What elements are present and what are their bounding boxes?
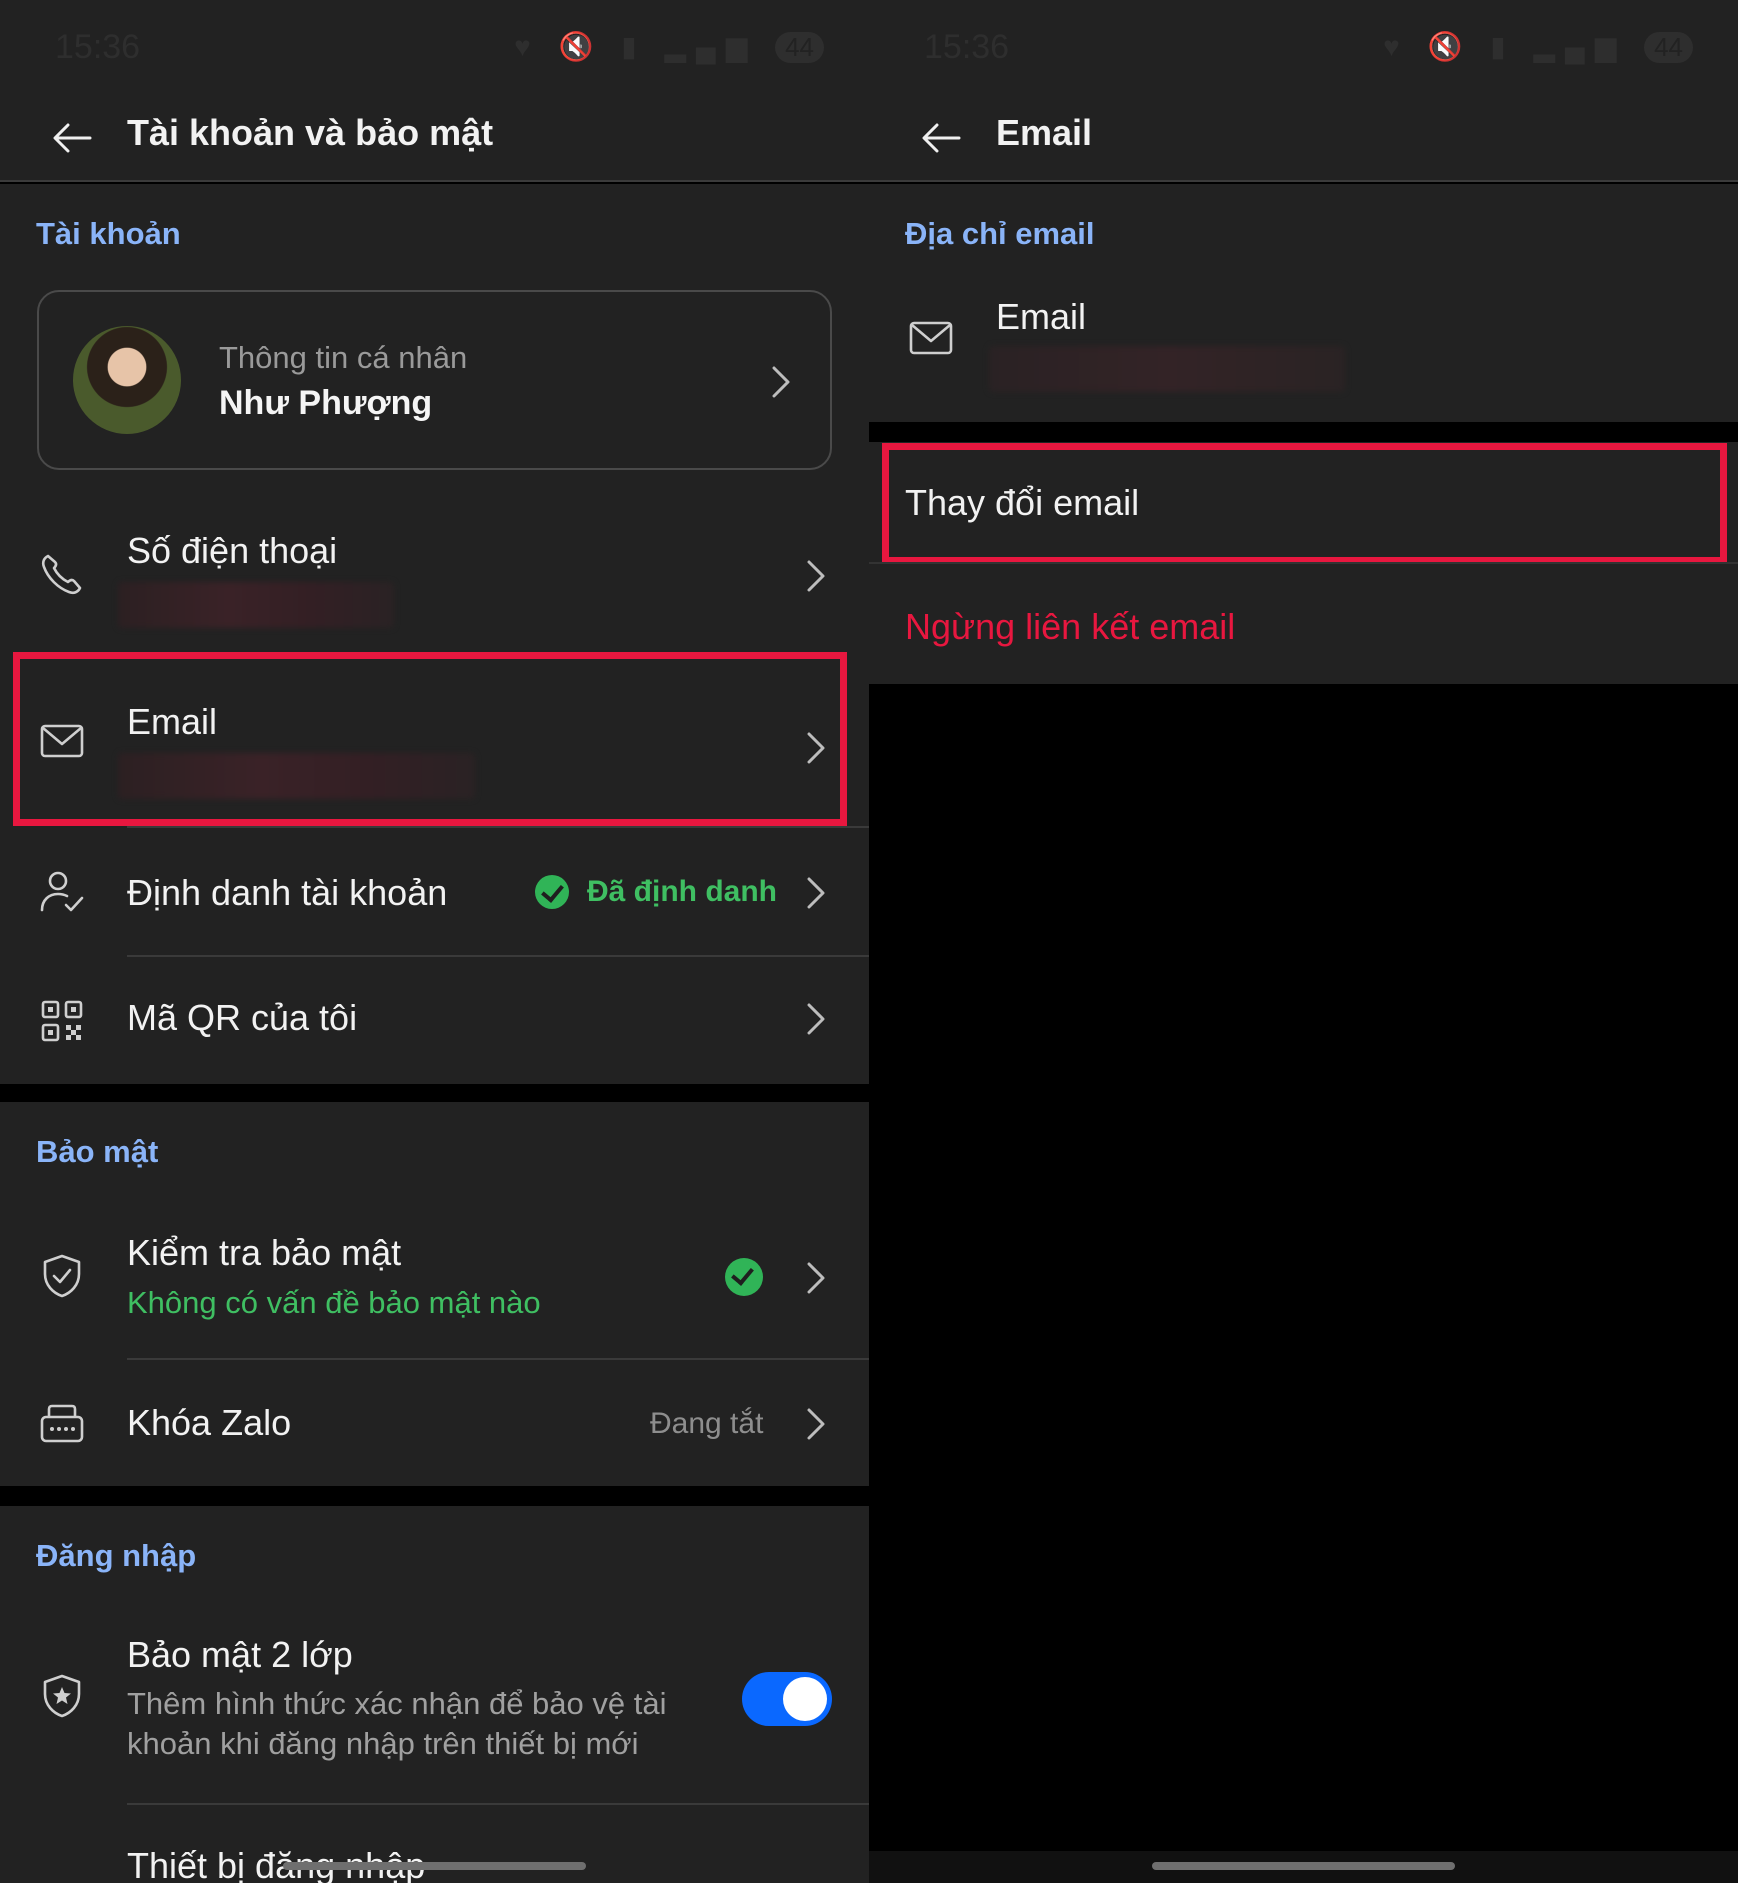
home-indicator[interactable]	[283, 1862, 586, 1870]
phone-row[interactable]: Số điện thoại	[0, 510, 869, 650]
chevron-right-icon	[807, 1003, 825, 1035]
keypad-lock-icon	[40, 1404, 84, 1443]
chevron-right-icon	[807, 1408, 825, 1440]
change-email-highlight-box	[882, 443, 1727, 564]
account-section-title: Tài khoản	[36, 216, 181, 251]
phone-label: Số điện thoại	[127, 530, 338, 571]
phone-icon	[41, 554, 82, 595]
phone-value-redacted	[118, 582, 394, 628]
chevron-right-icon	[807, 877, 825, 909]
account-security-screen: 15:36 ♥ 🔇 ▮ ▂▄▆ 44 Tài khoản và bảo mật …	[0, 0, 869, 1883]
page-title: Tài khoản và bảo mật	[127, 112, 494, 153]
profile-card[interactable]: Thông tin cá nhân Như Phượng	[37, 290, 832, 470]
status-time: 15:36	[55, 28, 141, 66]
divider	[127, 826, 869, 828]
two-factor-desc-line2: khoản khi đăng nhập trên thiết bị mới	[127, 1726, 639, 1761]
toggle-knob	[783, 1677, 827, 1721]
shield-check-icon	[43, 1254, 81, 1298]
chevron-right-icon	[807, 1262, 825, 1294]
two-factor-toggle[interactable]	[742, 1672, 832, 1726]
current-email-label: Email	[996, 296, 1087, 337]
verified-check-icon	[535, 875, 569, 909]
qr-row[interactable]: Mã QR của tôi	[0, 957, 869, 1082]
current-email-row: Email	[869, 282, 1738, 412]
email-address-section-title: Địa chỉ email	[905, 216, 1095, 251]
app-bar: Email	[869, 96, 1738, 182]
status-time: 15:36	[924, 28, 1010, 66]
security-check-status: Không có vấn đề bảo mật nào	[127, 1285, 541, 1320]
profile-subtitle: Thông tin cá nhân	[219, 340, 468, 375]
two-factor-desc-line1: Thêm hình thức xác nhận để bảo vệ tài	[127, 1686, 667, 1721]
email-value-redacted	[989, 346, 1345, 392]
shield-star-icon	[43, 1674, 81, 1718]
avatar	[73, 326, 181, 434]
two-factor-label: Bảo mật 2 lớp	[127, 1634, 353, 1675]
security-check-label: Kiểm tra bảo mật	[127, 1232, 402, 1273]
email-highlight-box	[13, 652, 847, 826]
zalo-lock-label: Khóa Zalo	[127, 1402, 292, 1443]
battery-icon: 44	[775, 32, 824, 63]
qr-code-icon	[41, 1000, 83, 1042]
chevron-right-icon	[772, 366, 790, 398]
back-arrow-icon[interactable]	[917, 114, 965, 162]
status-icons: ♥ 🔇 ▮ ▂▄▆ 44	[514, 30, 824, 63]
page-title: Email	[996, 112, 1093, 153]
chevron-right-icon	[807, 560, 825, 592]
zalo-lock-row[interactable]: Khóa Zalo Đang tắt	[0, 1360, 869, 1485]
login-section-title: Đăng nhập	[36, 1538, 197, 1573]
unlink-email-row[interactable]: Ngừng liên kết email	[869, 570, 1738, 680]
qr-label: Mã QR của tôi	[127, 997, 358, 1038]
two-factor-row[interactable]: Bảo mật 2 lớp Thêm hình thức xác nhận để…	[0, 1610, 869, 1800]
identity-label: Định danh tài khoản	[127, 872, 448, 913]
app-bar: Tài khoản và bảo mật	[0, 96, 869, 182]
status-bar: 15:36 ♥ 🔇 ▮ ▂▄▆ 44	[869, 0, 1738, 96]
identity-row[interactable]: Định danh tài khoản Đã định danh	[0, 830, 869, 955]
status-icons: ♥ 🔇 ▮ ▂▄▆ 44	[1383, 30, 1693, 63]
home-indicator[interactable]	[1152, 1862, 1455, 1870]
zalo-lock-status: Đang tắt	[650, 1407, 764, 1440]
battery-icon: 44	[1644, 32, 1693, 63]
email-screen: 15:36 ♥ 🔇 ▮ ▂▄▆ 44 Email Địa chỉ email E…	[869, 0, 1738, 1883]
identity-status: Đã định danh	[587, 875, 777, 908]
status-bar: 15:36 ♥ 🔇 ▮ ▂▄▆ 44	[0, 0, 869, 96]
unlink-email-label: Ngừng liên kết email	[905, 606, 1236, 647]
security-ok-check-icon	[725, 1258, 763, 1296]
profile-name: Như Phượng	[219, 384, 433, 422]
security-check-row[interactable]: Kiểm tra bảo mật Không có vấn đề bảo mật…	[0, 1202, 869, 1357]
mail-icon	[909, 321, 953, 355]
user-check-icon	[40, 871, 84, 912]
divider	[869, 562, 1738, 564]
back-arrow-icon[interactable]	[48, 114, 96, 162]
security-section-title: Bảo mật	[36, 1134, 159, 1169]
login-devices-row[interactable]: Thiết bị đăng nhập	[0, 1805, 869, 1883]
